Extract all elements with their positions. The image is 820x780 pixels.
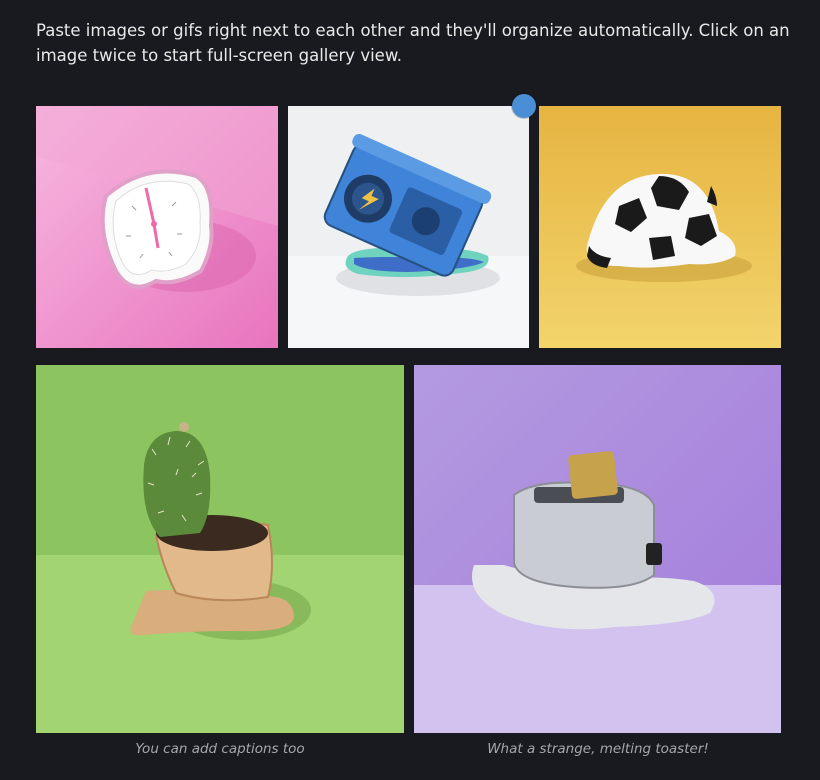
gallery-image-melting-boombox[interactable] [288, 106, 529, 348]
gallery-image-melting-clock[interactable] [36, 106, 278, 348]
intro-text: Paste images or gifs right next to each … [36, 21, 790, 65]
gallery-image-melting-cactus[interactable] [36, 365, 404, 733]
melting-boombox-illustration [288, 106, 529, 348]
caption-toaster: What a strange, melting toaster! [487, 741, 709, 757]
gallery-image-melting-toaster[interactable] [414, 365, 781, 733]
resize-handle[interactable] [512, 94, 536, 118]
melting-toaster-illustration [414, 365, 781, 733]
melting-cactus-illustration [36, 365, 404, 733]
melting-soccer-ball-illustration [539, 106, 781, 348]
melting-clock-illustration [36, 106, 278, 348]
gallery-image-melting-soccer-ball[interactable] [539, 106, 781, 348]
caption-cactus: You can add captions too [135, 741, 305, 757]
